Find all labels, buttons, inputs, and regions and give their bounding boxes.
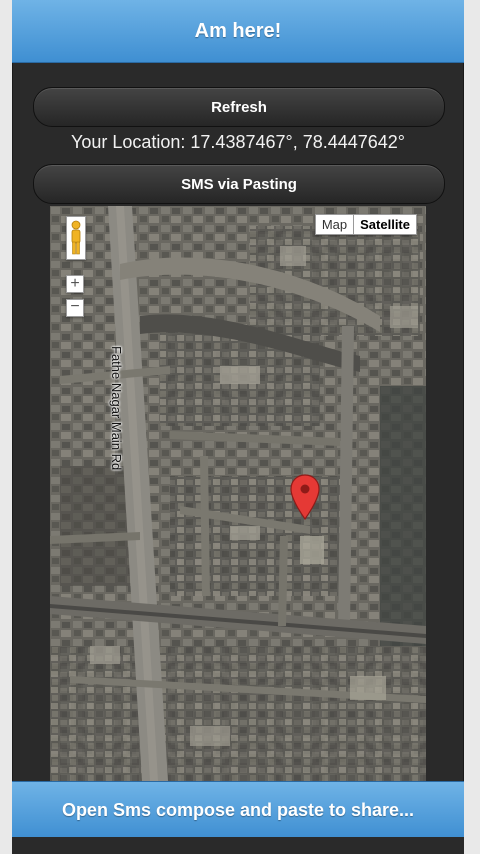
- road-label: Fathe Nagar Main Rd: [109, 346, 124, 471]
- map-type-map[interactable]: Map: [314, 214, 355, 235]
- share-sms-label: Open Sms compose and paste to share...: [61, 799, 415, 820]
- bottom-edge: [12, 837, 464, 854]
- page-title: Am here!: [194, 19, 282, 42]
- refresh-button[interactable]: Refresh: [33, 87, 445, 127]
- location-readout: Your Location: 17.4387467°, 78.4447642°: [70, 132, 406, 152]
- header-bar: Am here!: [12, 0, 464, 63]
- zoom-in-button[interactable]: +: [66, 275, 84, 293]
- sms-pasting-button[interactable]: SMS via Pasting: [33, 164, 445, 204]
- zoom-out-button[interactable]: −: [66, 299, 84, 317]
- satellite-imagery: [50, 206, 426, 781]
- sms-button-label: SMS via Pasting: [181, 175, 297, 193]
- app-window: Am here! Refresh Your Location: 17.43874…: [12, 0, 464, 854]
- map-type-satellite[interactable]: Satellite: [354, 214, 417, 235]
- location-marker-icon[interactable]: [290, 474, 320, 520]
- pegman-icon[interactable]: [66, 216, 86, 260]
- refresh-button-label: Refresh: [211, 98, 267, 116]
- share-sms-bar[interactable]: Open Sms compose and paste to share...: [12, 781, 464, 838]
- map-type-switcher: Map Satellite: [314, 214, 417, 235]
- map-view[interactable]: + − Map Satellite Fathe Nagar Main Rd: [50, 206, 426, 781]
